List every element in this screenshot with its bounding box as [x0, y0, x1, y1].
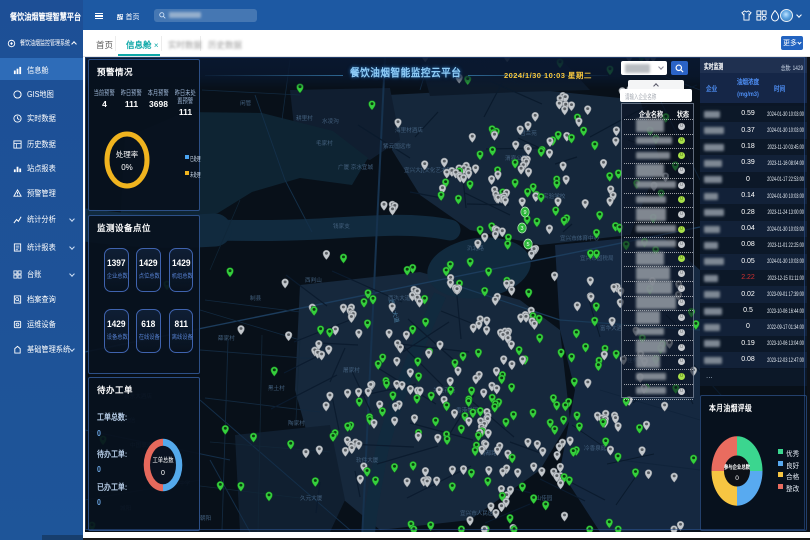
svg-text:海里材酒店: 海里材酒店: [395, 126, 423, 134]
svg-text:耕里村: 耕里村: [296, 114, 313, 122]
svg-text:钱家支: 钱家支: [333, 222, 350, 230]
svg-text:久元大厦: 久元大厦: [300, 494, 323, 502]
svg-text:薛家村: 薛家村: [218, 334, 235, 342]
svg-text:实验学校: 实验学校: [543, 192, 566, 200]
svg-text:广厦 京水宜城: 广厦 京水宜城: [338, 163, 374, 171]
svg-text:制县: 制县: [250, 294, 262, 302]
svg-text:软件大厦: 软件大厦: [356, 456, 379, 464]
svg-text:陶家村: 陶家村: [288, 419, 305, 427]
svg-text:0: 0: [735, 475, 739, 482]
svg-text:西判山: 西判山: [305, 276, 322, 284]
svg-text:0: 0: [161, 470, 165, 477]
svg-text:朝阳: 朝阳: [200, 514, 212, 522]
svg-text:闲管: 闲管: [240, 99, 252, 107]
svg-text:工单总数: 工单总数: [153, 455, 175, 464]
svg-text:水凌沟: 水凌沟: [322, 117, 339, 125]
svg-text:屠家村: 屠家村: [343, 366, 360, 374]
svg-text:毛家村: 毛家村: [316, 139, 333, 147]
svg-text:紫云国远市: 紫云国远市: [383, 142, 411, 150]
svg-text:黑土村: 黑土村: [268, 384, 285, 392]
svg-text:0%: 0%: [121, 163, 133, 172]
svg-text:冷香泉庭: 冷香泉庭: [584, 444, 607, 452]
svg-text:9: 9: [523, 210, 526, 216]
svg-text:处理率: 处理率: [116, 149, 139, 159]
svg-text:5: 5: [526, 242, 529, 248]
svg-text:宜兴市体育中心: 宜兴市体育中心: [560, 234, 600, 242]
svg-text:参与企业总数: 参与企业总数: [723, 463, 750, 471]
svg-text:3: 3: [520, 226, 523, 232]
